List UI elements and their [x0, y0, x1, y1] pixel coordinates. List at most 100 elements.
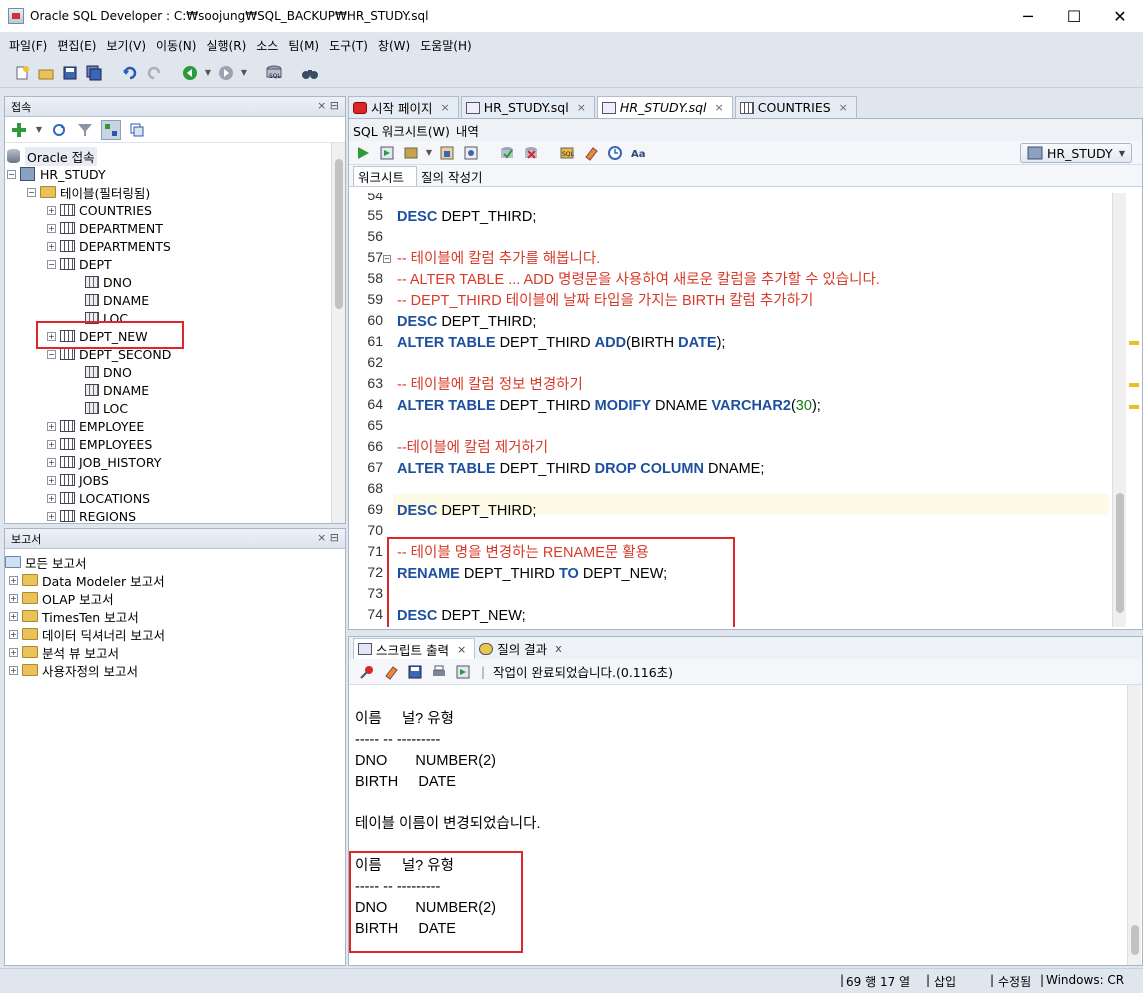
tab-countries[interactable]: COUNTRIES × — [734, 96, 857, 118]
back-dropdown-icon[interactable]: ▼ — [204, 63, 212, 83]
expand-icon[interactable]: + — [9, 647, 18, 657]
report-node[interactable]: + TimesTen 보고서 — [9, 607, 139, 625]
menu-source[interactable]: 소스 — [251, 37, 283, 54]
expand-icon[interactable]: + — [47, 421, 56, 431]
tree-node-column[interactable]: DNAME — [85, 291, 149, 309]
save-icon[interactable] — [60, 63, 80, 83]
sql-worksheet-icon[interactable]: SQL — [264, 63, 284, 83]
run-statement-icon[interactable] — [353, 143, 373, 163]
subtab-sql-worksheet[interactable]: SQL 워크시트(W) — [353, 121, 450, 140]
undo-icon[interactable] — [120, 63, 140, 83]
autotrace-dropdown-icon[interactable]: ▼ — [425, 143, 433, 163]
tree-node-column[interactable]: LOC — [85, 309, 128, 327]
report-node[interactable]: + 사용자정의 보고서 — [9, 661, 138, 679]
sql-tuning-icon[interactable] — [461, 143, 481, 163]
collapse-icon[interactable]: − — [47, 259, 56, 269]
tab-close-icon[interactable]: x — [555, 642, 562, 655]
run-script-icon[interactable] — [377, 143, 397, 163]
tab-script-output[interactable]: 스크립트 출력 × — [353, 638, 476, 659]
schema-browser-icon[interactable] — [101, 119, 121, 140]
collapse-icon[interactable]: − — [7, 169, 16, 179]
maximize-button[interactable]: ☐ — [1051, 0, 1097, 32]
menu-navigate[interactable]: 이동(N) — [151, 37, 201, 54]
pin-icon[interactable] — [357, 662, 377, 682]
subtab-history[interactable]: 내역 — [456, 121, 479, 140]
add-connection-icon[interactable] — [9, 120, 29, 140]
menu-help[interactable]: 도움말(H) — [415, 37, 477, 54]
forward-dropdown-icon[interactable]: ▼ — [240, 63, 248, 83]
expand-icon[interactable]: + — [9, 665, 18, 675]
tree-node-tables-folder[interactable]: − 테이블(필터링됨) — [27, 183, 150, 201]
tree-node-column[interactable]: LOC — [85, 399, 128, 417]
tree-node-table[interactable]: + DEPARTMENTS — [47, 237, 171, 255]
autotrace-icon[interactable] — [401, 143, 421, 163]
tab-query-result[interactable]: 질의 결과 x — [475, 638, 570, 659]
tab-start-page[interactable]: 시작 페이지 × — [348, 96, 459, 118]
editor-scrollbar[interactable] — [1112, 193, 1126, 627]
tab-worksheet[interactable]: 워크시트 — [353, 166, 418, 186]
change-marker[interactable] — [1129, 383, 1139, 387]
menu-edit[interactable]: 편집(E) — [52, 37, 101, 54]
expand-icon[interactable]: + — [47, 511, 56, 521]
commit-icon[interactable] — [497, 143, 517, 163]
new-file-icon[interactable] — [12, 63, 32, 83]
binoculars-icon[interactable] — [300, 63, 320, 83]
tree-node-table[interactable]: + REGIONS — [47, 507, 136, 523]
collapse-all-icon[interactable] — [127, 120, 147, 140]
fold-icon[interactable]: − — [383, 255, 391, 263]
tab-close-icon[interactable]: × — [715, 101, 724, 114]
print-icon[interactable] — [429, 662, 449, 682]
report-node[interactable]: + Data Modeler 보고서 — [9, 571, 165, 589]
report-node[interactable]: + 데이터 딕셔너리 보고서 — [9, 625, 165, 643]
expand-icon[interactable]: + — [47, 457, 56, 467]
tree-node-table[interactable]: + LOCATIONS — [47, 489, 150, 507]
change-marker[interactable] — [1129, 341, 1139, 345]
format-case-icon[interactable]: Aa — [629, 143, 649, 163]
tree-node-table[interactable]: + DEPARTMENT — [47, 219, 163, 237]
refresh-icon[interactable] — [49, 120, 69, 140]
expand-icon[interactable]: + — [9, 593, 18, 603]
tree-node-oracle-connections[interactable]: Oracle 접속 — [7, 146, 97, 166]
tab-close-icon[interactable]: × — [457, 643, 466, 656]
tree-node-table[interactable]: + COUNTRIES — [47, 201, 152, 219]
menu-tools[interactable]: 도구(T) — [324, 37, 373, 54]
report-node[interactable]: + OLAP 보고서 — [9, 589, 114, 607]
unshared-sql-icon[interactable]: SQL — [557, 143, 577, 163]
save-all-icon[interactable] — [84, 63, 104, 83]
expand-icon[interactable]: + — [9, 629, 18, 639]
report-node-all[interactable]: 모든 보고서 — [5, 553, 86, 571]
tree-node-column[interactable]: DNAME — [85, 381, 149, 399]
filter-icon[interactable] — [75, 120, 95, 140]
connections-panel-controls[interactable]: × ⊟ — [317, 99, 339, 112]
tab-close-icon[interactable]: × — [577, 101, 586, 114]
tree-node-table[interactable]: − DEPT — [47, 255, 112, 273]
expand-icon[interactable]: + — [9, 611, 18, 621]
expand-icon[interactable]: + — [47, 205, 56, 215]
tab-close-icon[interactable]: × — [839, 101, 848, 114]
collapse-icon[interactable]: − — [27, 187, 36, 197]
explain-plan-icon[interactable] — [437, 143, 457, 163]
tab-hr-study-sql[interactable]: HR_STUDY.sql × — [460, 96, 595, 118]
menu-team[interactable]: 팀(M) — [283, 37, 324, 54]
tree-node-table-dept-new[interactable]: + DEPT_NEW — [47, 327, 148, 345]
minimize-button[interactable]: ─ — [1005, 0, 1051, 32]
redo-icon[interactable] — [144, 63, 164, 83]
connections-scrollbar[interactable] — [331, 143, 345, 523]
expand-icon[interactable]: + — [47, 439, 56, 449]
menu-view[interactable]: 보기(V) — [101, 37, 151, 54]
clear-eraser-icon[interactable] — [581, 143, 601, 163]
expand-icon[interactable]: + — [9, 575, 18, 585]
report-node[interactable]: + 분석 뷰 보고서 — [9, 643, 119, 661]
scrollbar-thumb[interactable] — [1116, 493, 1124, 613]
expand-icon[interactable]: + — [47, 223, 56, 233]
change-marker[interactable] — [1129, 405, 1139, 409]
tree-node-hr-study[interactable]: − HR_STUDY — [7, 165, 106, 183]
scrollbar-thumb[interactable] — [1131, 925, 1139, 955]
code-editor[interactable]: 54 55 56 57 58 59 60 61 62 63 64 65 66 6… — [349, 193, 1112, 627]
expand-icon[interactable]: + — [47, 493, 56, 503]
rollback-icon[interactable] — [521, 143, 541, 163]
tree-node-table[interactable]: + EMPLOYEE — [47, 417, 144, 435]
collapse-icon[interactable]: − — [47, 349, 56, 359]
menu-window[interactable]: 창(W) — [373, 37, 415, 54]
tree-node-column[interactable]: DNO — [85, 273, 132, 291]
